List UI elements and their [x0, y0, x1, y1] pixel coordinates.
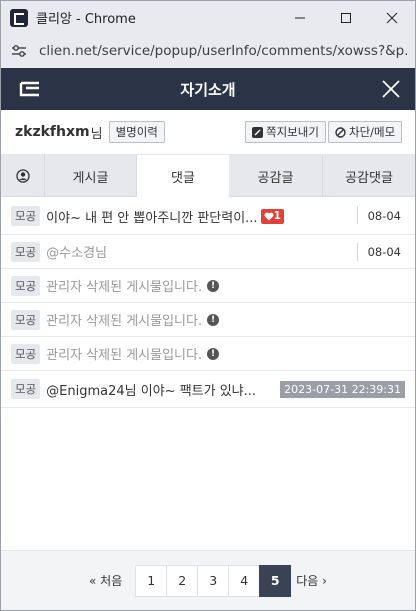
close-icon	[386, 12, 398, 23]
page-5-current[interactable]: 5	[259, 564, 292, 597]
like-count: 1	[273, 210, 281, 222]
site-settings-icon[interactable]	[11, 43, 27, 59]
tab-posts[interactable]: 게시글	[45, 155, 137, 197]
tab-liked-posts[interactable]: 공감글	[229, 155, 323, 197]
popup-title: 자기소개	[180, 80, 236, 99]
comment-date: 08-04	[367, 209, 401, 223]
maximize-button[interactable]	[323, 1, 369, 34]
block-icon	[335, 126, 346, 138]
list-item: 모공 관리자 삭제된 게시물입니다. !	[1, 337, 415, 371]
block-memo-label: 차단/메모	[349, 125, 396, 139]
comment-date: 08-04	[367, 244, 401, 259]
close-window-button[interactable]	[369, 1, 415, 34]
send-message-button[interactable]: 쪽지보내기	[245, 121, 326, 143]
window-titlebar: 클리앙 - Chrome	[1, 1, 415, 34]
comment-list: 모공 이야~ 내 편 안 뽑아주니깐 판단력이... 1 08-04 모공 @수…	[1, 198, 415, 408]
username-suffix: 님	[90, 126, 103, 142]
pagination-footer: « 처음 1 2 3 4 5 다음 ›	[1, 550, 415, 610]
comment-datetime-badge: 2023-07-31 22:39:31	[280, 380, 405, 398]
deleted-comment-text: 관리자 삭제된 게시물입니다.	[46, 314, 203, 329]
close-popup-icon[interactable]	[381, 79, 401, 99]
page-1[interactable]: 1	[135, 564, 168, 597]
comment-text[interactable]: @수소경님	[46, 242, 107, 261]
first-page-link[interactable]: « 처음	[89, 572, 122, 589]
tab-liked-comments[interactable]: 공감댓글	[323, 155, 415, 197]
nickname-history-button[interactable]: 별명이력	[108, 121, 165, 143]
pencil-icon	[252, 126, 263, 138]
comment-text[interactable]: @Enigma24님 이야~ 팩트가 있냐...	[46, 380, 256, 399]
content-tabs: 게시글 댓글 공감글 공감댓글	[1, 155, 415, 198]
list-item[interactable]: 모공 이야~ 내 편 안 뽑아주니깐 판단력이... 1 08-04	[1, 198, 415, 235]
alert-icon: !	[207, 279, 220, 292]
page-4[interactable]: 4	[228, 564, 261, 597]
board-tag: 모공	[11, 206, 41, 226]
send-message-label: 쪽지보내기	[266, 125, 319, 139]
comment-text[interactable]: 이야~ 내 편 안 뽑아주니깐 판단력이...	[46, 207, 257, 226]
board-tag: 모공	[11, 275, 41, 296]
maximize-icon	[341, 12, 351, 23]
list-item[interactable]: 모공 @Enigma24님 이야~ 팩트가 있냐... 2023-07-31 2…	[1, 371, 415, 408]
user-info-row: zkzkfhxm 님 별명이력 쪽지보내기 차단/메모	[1, 110, 415, 155]
user-circle-icon	[15, 169, 30, 183]
next-page-link[interactable]: 다음 ›	[296, 572, 327, 589]
page-3[interactable]: 3	[197, 564, 230, 597]
tab-comments[interactable]: 댓글	[137, 155, 229, 198]
address-bar: clien.net/service/popup/userInfo/comment…	[1, 34, 415, 68]
block-memo-button[interactable]: 차단/메모	[328, 121, 403, 143]
popup-header: 자기소개	[1, 68, 415, 110]
pagination: « 처음 1 2 3 4 5 다음 ›	[1, 564, 415, 597]
clien-app-icon	[10, 8, 28, 27]
username: zkzkfhxm	[15, 124, 90, 140]
board-tag: 모공	[11, 309, 41, 330]
board-tag: 모공	[11, 343, 41, 364]
url-text[interactable]: clien.net/service/popup/userInfo/comment…	[39, 43, 407, 59]
like-badge: 1	[260, 208, 284, 224]
divider	[357, 243, 358, 261]
board-tag: 모공	[11, 379, 41, 399]
tune-icon	[12, 45, 26, 57]
divider	[357, 206, 358, 224]
window-title: 클리앙 - Chrome	[36, 12, 136, 27]
heart-icon	[264, 212, 274, 220]
list-item: 모공 관리자 삭제된 게시물입니다. !	[1, 303, 415, 337]
alert-icon: !	[207, 313, 220, 326]
tab-profile[interactable]	[1, 155, 45, 197]
clien-logo-icon	[19, 81, 39, 97]
deleted-comment-text: 관리자 삭제된 게시물입니다.	[46, 348, 203, 363]
minimize-button[interactable]	[277, 1, 323, 34]
page-2[interactable]: 2	[166, 564, 199, 597]
list-item: 모공 관리자 삭제된 게시물입니다. !	[1, 269, 415, 303]
board-tag: 모공	[11, 241, 41, 262]
browser-window: 클리앙 - Chrome clien.net/service/popup/use…	[0, 0, 416, 611]
window-controls	[277, 1, 415, 34]
minimize-icon	[295, 17, 305, 18]
list-item[interactable]: 모공 @수소경님 08-04	[1, 235, 415, 269]
deleted-comment-text: 관리자 삭제된 게시물입니다.	[46, 280, 203, 295]
alert-icon: !	[207, 347, 220, 360]
